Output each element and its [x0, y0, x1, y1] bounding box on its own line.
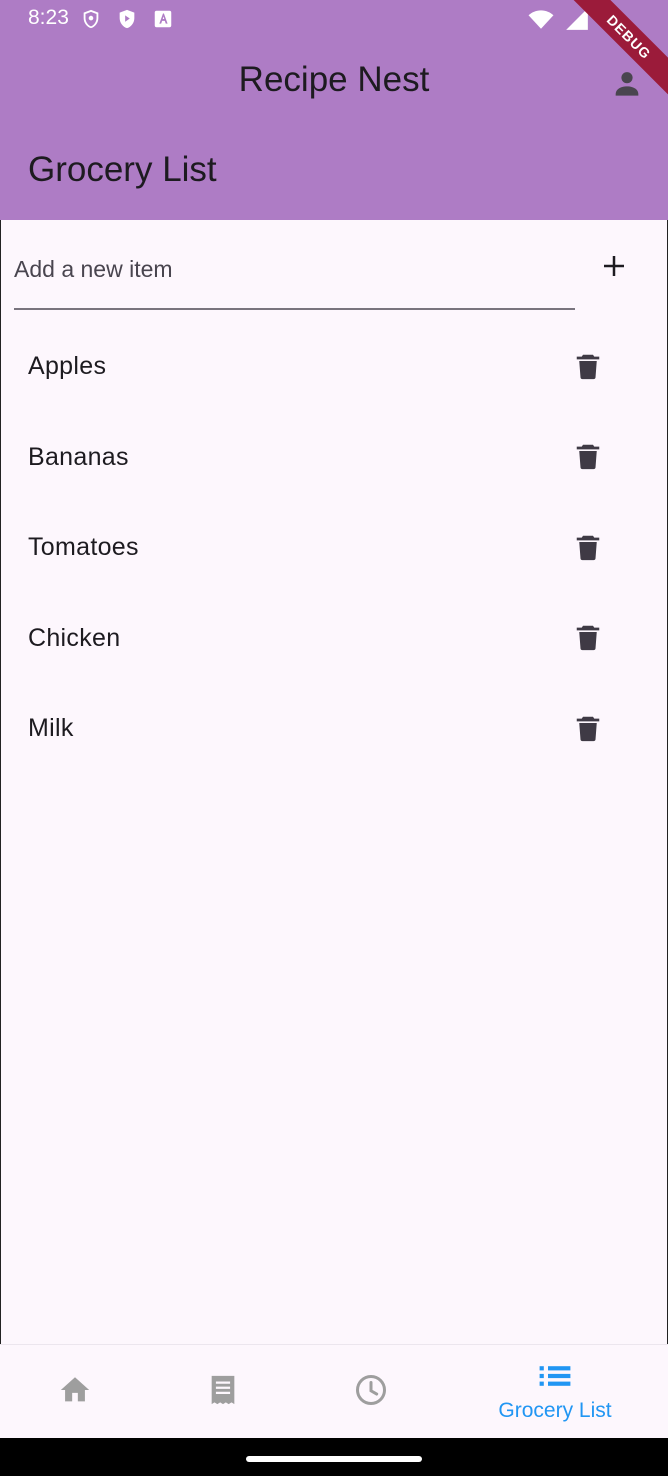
- nav-grocery-list[interactable]: Grocery List: [481, 1345, 629, 1439]
- new-item-input[interactable]: [14, 230, 575, 310]
- nav-home[interactable]: [1, 1345, 149, 1439]
- delete-button[interactable]: [568, 439, 608, 479]
- add-item-row: [14, 230, 654, 312]
- list-item: Milk: [0, 686, 668, 777]
- grocery-list: Apples Bananas Tomatoes Chicken Milk: [0, 324, 668, 777]
- wifi-icon: [528, 6, 554, 37]
- trash-icon: [573, 530, 603, 569]
- status-time: 8:23: [28, 6, 69, 29]
- nav-grocery-list-label: Grocery List: [498, 1398, 612, 1422]
- bottom-navigation: Grocery List: [0, 1344, 668, 1439]
- delete-button[interactable]: [568, 529, 608, 569]
- system-navigation-bar: [0, 1438, 668, 1476]
- item-label: Bananas: [28, 442, 129, 471]
- play-protect-icon: [116, 8, 138, 35]
- frame-edge-left: [0, 220, 1, 1438]
- list-icon: [538, 1362, 572, 1395]
- item-label: Apples: [28, 352, 107, 380]
- receipt-icon: [206, 1373, 240, 1412]
- item-label: Chicken: [28, 623, 121, 652]
- person-icon: [611, 67, 643, 104]
- delete-button[interactable]: [568, 710, 608, 750]
- delete-button[interactable]: [568, 620, 608, 660]
- shield-outline-icon: [80, 8, 102, 35]
- font-a-icon: [152, 8, 174, 35]
- list-item: Chicken: [0, 596, 668, 687]
- trash-icon: [573, 439, 603, 478]
- plus-icon: [599, 251, 629, 286]
- app-title: Recipe Nest: [238, 60, 430, 99]
- profile-button[interactable]: [606, 64, 648, 106]
- status-bar: 8:23: [0, 0, 668, 40]
- list-item: Tomatoes: [0, 505, 668, 596]
- list-item: Apples: [0, 324, 668, 415]
- nav-recipes[interactable]: [149, 1345, 297, 1439]
- clock-icon: [353, 1372, 389, 1413]
- item-label: Milk: [28, 714, 74, 742]
- trash-icon: [573, 620, 603, 659]
- delete-button[interactable]: [568, 348, 608, 388]
- add-item-button[interactable]: [594, 248, 634, 288]
- page-title: Grocery List: [28, 150, 217, 189]
- app-bar: 8:23 DEBUG Recipe Nest Grocery List: [0, 0, 668, 220]
- nav-history[interactable]: [297, 1345, 445, 1439]
- list-item: Bananas: [0, 415, 668, 506]
- home-icon: [58, 1373, 92, 1412]
- trash-icon: [573, 349, 603, 388]
- trash-icon: [573, 711, 603, 750]
- item-label: Tomatoes: [28, 533, 139, 561]
- home-gesture-handle[interactable]: [246, 1456, 422, 1462]
